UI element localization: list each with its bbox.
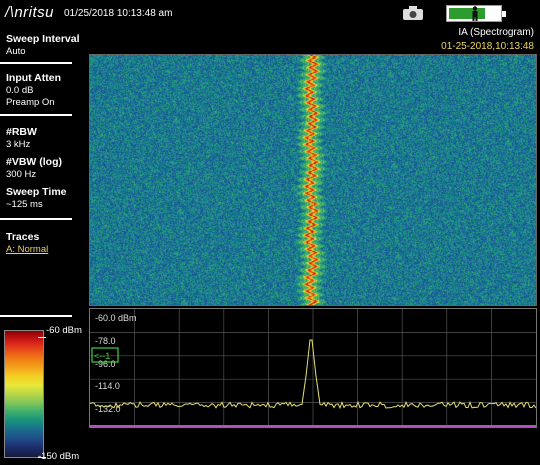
battery-cap [502, 11, 506, 17]
brand-logo: /\nritsu [5, 4, 55, 21]
divider [0, 62, 72, 64]
trace-plot-svg: -60.0 dBm -78.0 -96.0 -114.0 -132.0 <--1 [89, 309, 537, 427]
person-icon [472, 6, 478, 21]
trace-a-link[interactable]: A: Normal [6, 244, 48, 255]
trace-plot[interactable]: -60.0 dBm -78.0 -96.0 -114.0 -132.0 <--1 [89, 308, 537, 428]
color-scale-top-label: -60 dBm [46, 325, 82, 336]
analyzer-screen: /\nritsu 01/25/2018 10:13:48 am Sweep In… [0, 0, 540, 465]
y-tick-label: -114.0 [95, 381, 120, 391]
color-scale-legend: -60 dBm -150 dBm [4, 325, 84, 465]
datetime-display: 01/25/2018 10:13:48 am [64, 8, 173, 19]
sweep-time-value: ~125 ms [6, 199, 43, 210]
input-atten-value: 0.0 dB [6, 85, 34, 96]
ref-level-label: -60.0 dBm [95, 313, 137, 323]
divider [0, 218, 72, 220]
input-atten-title[interactable]: Input Atten [6, 72, 61, 84]
battery-icon [446, 5, 506, 22]
divider [0, 114, 72, 116]
preamp-value: Preamp On [6, 97, 55, 108]
camera-icon[interactable] [403, 6, 423, 20]
color-scale-bar [4, 330, 44, 458]
sweep-interval-value: Auto [6, 46, 26, 57]
color-scale-bottom-label: -150 dBm [38, 451, 80, 462]
marker-label: <--1 [94, 351, 110, 361]
spectrogram-display[interactable] [89, 54, 537, 306]
spectrogram-timestamp: 01-25-2018,10:13:48 [441, 41, 534, 52]
spectrogram-canvas [90, 55, 536, 305]
traces-title[interactable]: Traces [6, 231, 39, 243]
mode-label: IA (Spectrogram) [458, 27, 534, 38]
divider [0, 315, 72, 317]
vbw-value: 300 Hz [6, 169, 37, 180]
rbw-title[interactable]: #RBW [6, 126, 37, 138]
scale-tick [38, 337, 46, 338]
status-bar: /\nritsu 01/25/2018 10:13:48 am [0, 0, 540, 27]
trace-grid [90, 309, 536, 427]
sweep-interval-title[interactable]: Sweep Interval [6, 33, 80, 45]
mode-info: IA (Spectrogram) 01-25-2018,10:13:48 [441, 27, 534, 52]
rbw-value: 3 kHz [6, 139, 31, 150]
frequency-labels [89, 430, 537, 465]
vbw-title[interactable]: #VBW (log) [6, 156, 62, 168]
sweep-time-title[interactable]: Sweep Time [6, 186, 67, 198]
y-tick-label: -78.0 [95, 336, 116, 346]
